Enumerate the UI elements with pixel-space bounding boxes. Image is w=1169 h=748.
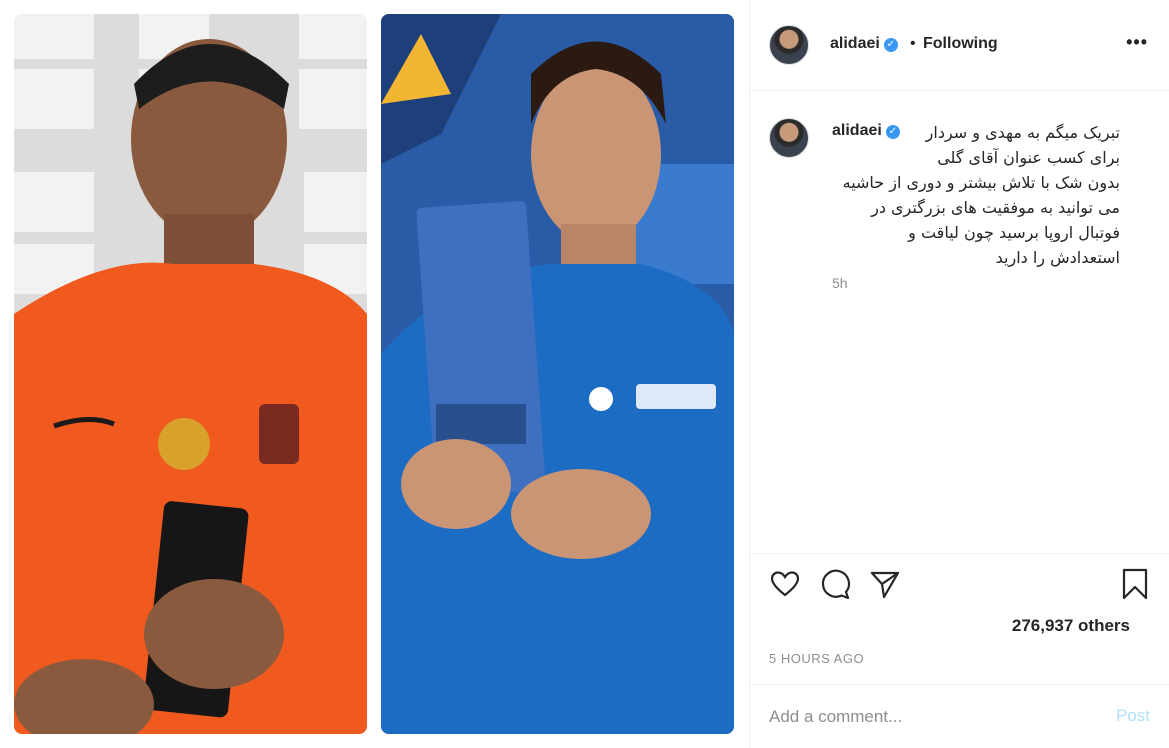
comment-icon[interactable] bbox=[819, 568, 851, 600]
following-button[interactable]: Following bbox=[923, 35, 998, 53]
bookmark-icon[interactable] bbox=[1119, 568, 1151, 600]
author-username[interactable]: alidaei ✓ bbox=[830, 35, 898, 53]
more-options-icon[interactable]: ••• bbox=[1126, 32, 1148, 53]
caption-time-ago[interactable]: 5h bbox=[832, 275, 848, 291]
caption-line: تبریک میگم به مهدی و سردار bbox=[925, 123, 1120, 142]
post-timestamp[interactable]: 5 HOURS AGO bbox=[769, 651, 864, 666]
post-side-panel: alidaei ✓ • Following ••• alidaei ✓ تبریک … bbox=[749, 0, 1169, 748]
caption-line: بدون شک با تلاش بیشتر و دوری از حاشیه bbox=[842, 173, 1120, 192]
post-media[interactable] bbox=[0, 0, 749, 748]
verified-badge-icon: ✓ bbox=[883, 38, 898, 52]
caption-author-avatar[interactable] bbox=[769, 118, 809, 158]
photo-left-player-orange bbox=[14, 14, 367, 734]
caption-line: می توانید به موفقیت های بزرگتری در bbox=[871, 198, 1120, 217]
caption-line: برای کسب عنوان آقای گلی bbox=[937, 148, 1120, 167]
caption-text: تبریک میگم به مهدی و سردار برای کسب عنوا… bbox=[832, 120, 1120, 270]
post-actions: 276,937 others 5 HOURS AGO bbox=[750, 555, 1169, 695]
comment-box: Post bbox=[750, 684, 1169, 748]
post-comment-button[interactable]: Post bbox=[1116, 706, 1150, 726]
heart-icon[interactable] bbox=[769, 568, 801, 600]
likes-count[interactable]: 276,937 others bbox=[1012, 616, 1130, 636]
caption-line: استعدادش را دارید bbox=[995, 248, 1120, 267]
caption-area: alidaei ✓ تبریک میگم به مهدی و سردار برای… bbox=[750, 92, 1169, 554]
author-username-text[interactable]: alidaei bbox=[830, 35, 880, 52]
header-separator: • bbox=[910, 35, 916, 52]
photo-right-player-blue bbox=[381, 14, 734, 734]
comment-input[interactable] bbox=[769, 705, 1089, 729]
caption-line: فوتبال اروپا برسید چون لیاقت و bbox=[908, 223, 1120, 242]
share-icon[interactable] bbox=[869, 568, 901, 600]
post-header: alidaei ✓ • Following ••• bbox=[750, 0, 1169, 91]
author-avatar[interactable] bbox=[769, 25, 809, 65]
